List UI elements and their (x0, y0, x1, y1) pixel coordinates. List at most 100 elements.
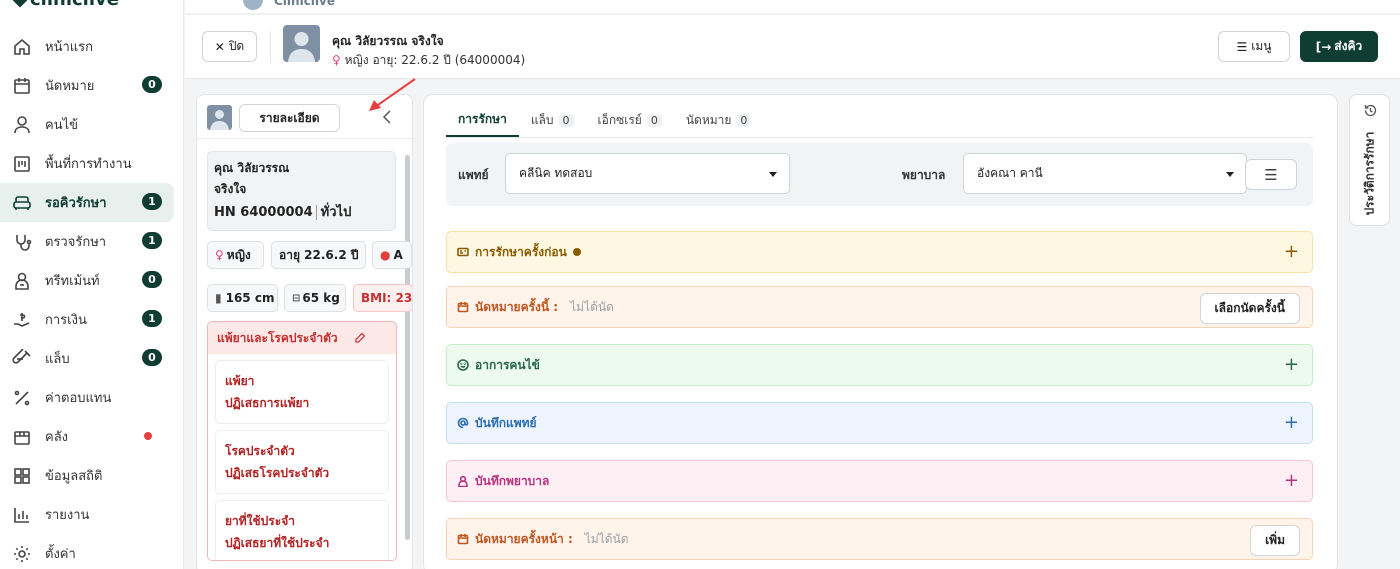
plus-icon[interactable]: + (1284, 242, 1299, 262)
section-title: นัดหมายครั้งนี้ : (475, 299, 559, 314)
hn-row: HN 64000004 ทั่วไป (214, 202, 389, 223)
tab-count: 0 (558, 113, 574, 127)
tab-divider (446, 137, 1313, 138)
current-appointment-section: นัดหมายครั้งนี้ : ไม่ได้นัด เลือกนัดครั้… (446, 286, 1313, 328)
status-dot (572, 248, 581, 256)
ruler-icon: ▮ (215, 291, 222, 305)
package-icon (12, 427, 32, 447)
plus-icon[interactable]: + (1284, 471, 1299, 491)
plus-icon[interactable]: + (1284, 413, 1299, 433)
doctor-icon (12, 271, 32, 291)
sidebar-item-label: แล็บ (45, 352, 70, 367)
close-label: ปิด (228, 39, 245, 53)
allergy-item-title: ยาที่ใช้ประจำ (225, 514, 295, 528)
sidebar-item-reports[interactable]: รายงาน (0, 495, 174, 534)
nurse-select[interactable]: อังคณา คานี (963, 153, 1247, 194)
patient-meta: ♀ หญิง อายุ: 22.6.2 ปี (64000004) (332, 51, 525, 70)
patient-summary-card: คุณ วิลัยวรรณ จริงใจ HN 64000004 ทั่วไป (207, 151, 396, 231)
panel-scrollbar[interactable] (405, 155, 410, 540)
allergy-item-value: ปฏิเสธยาที่ใช้ประจำ (225, 536, 330, 550)
gender-chip: ♀ หญิง (207, 241, 264, 269)
tab-label: นัดหมาย (685, 112, 732, 127)
sidebar-nav: หน้าแรก นัดหมาย 0 คนไข้ พื้นที่การทำงาน … (0, 27, 184, 569)
tab-label: การรักษา (458, 111, 507, 126)
sidebar-item-workspace[interactable]: พื้นที่การทำงาน (0, 144, 174, 183)
sidebar-item-compensation[interactable]: ค่าตอบแทน (0, 378, 174, 417)
stethoscope-icon (12, 232, 32, 252)
select-appointment-button[interactable]: เลือกนัดครั้งนี้ (1199, 293, 1300, 324)
detail-button[interactable]: รายละเอียด (239, 104, 340, 132)
sidebar-item-home[interactable]: หน้าแรก (0, 27, 174, 66)
section-title: อาการคนไข้ (475, 357, 540, 372)
scale-icon: ⊟ (292, 292, 301, 304)
doctor-select[interactable]: คลีนิค ทดสอบ (505, 153, 790, 194)
close-button[interactable]: ✕ ปิด (202, 31, 257, 62)
nurse-note-section[interactable]: บันทึกพยาบาล + (446, 460, 1313, 502)
sidebar-item-inventory[interactable]: คลัง (0, 417, 174, 456)
tab-xray[interactable]: เอ็กซเรย์ 0 (586, 103, 674, 137)
patient-age: อายุ: 22.6.2 ปี (372, 53, 451, 67)
menu-button[interactable]: ☰ เมนู (1218, 31, 1290, 62)
edit-icon[interactable] (354, 332, 366, 344)
smile-icon (457, 359, 469, 371)
height-chip: ▮ 165 cm (207, 284, 278, 312)
blood-drop-icon: ● (380, 248, 391, 262)
sidebar-item-appointments[interactable]: นัดหมาย 0 (0, 66, 174, 105)
home-icon (12, 37, 32, 57)
allergy-item-title: โรคประจำตัว (225, 444, 295, 458)
tab-treatment[interactable]: การรักษา (446, 103, 519, 137)
notification-dot (144, 432, 152, 440)
allergy-header: แพ้ยาและโรคประจำตัว (208, 322, 396, 354)
id-card-icon (457, 246, 469, 258)
bar-chart-icon (12, 505, 32, 525)
section-title: บันทึกแพทย์ (475, 415, 537, 430)
sidebar-item-patients[interactable]: คนไข้ (0, 105, 174, 144)
history-icon (1364, 104, 1377, 117)
logo-icon (11, 0, 29, 8)
clinic-avatar[interactable] (243, 0, 263, 10)
tab-count: 0 (736, 113, 752, 127)
height-label: 165 cm (225, 291, 275, 305)
exit-arrow-icon: [→ (1315, 39, 1332, 54)
history-tab-label: ประวัติการรักษา (1362, 131, 1377, 215)
percent-icon (12, 388, 32, 408)
staff-filter-bar: แพทย์ คลีนิค ทดสอบ พยาบาล อังคณา คานี ☰ (446, 143, 1313, 206)
workspace-icon (12, 154, 32, 174)
count-badge: 0 (142, 271, 162, 288)
plus-icon[interactable]: + (1284, 355, 1299, 375)
allergy-item-regular-med: ยาที่ใช้ประจำ ปฏิเสธยาที่ใช้ประจำ (215, 500, 389, 560)
send-queue-button[interactable]: [→ ส่งคิว (1300, 31, 1378, 62)
tab-count: 0 (646, 113, 662, 127)
sidebar-item-waiting-queue[interactable]: รอคิวรักษา 1 (0, 183, 174, 222)
sidebar-item-settings[interactable]: ตั้งค่า (0, 534, 174, 569)
allergy-item-title: แพ้ยา (225, 374, 255, 388)
blood-type-label: A (393, 248, 403, 262)
sidebar-item-lab[interactable]: แล็บ 0 (0, 339, 174, 378)
app-logo[interactable]: cliniclive (11, 0, 119, 10)
add-appointment-button[interactable]: เพิ่ม (1250, 525, 1300, 556)
count-badge: 0 (142, 349, 162, 366)
doctor-select-value: คลีนิค ทดสอบ (519, 166, 593, 180)
sidebar-item-examination[interactable]: ตรวจรักษา 1 (0, 222, 174, 261)
sidebar-item-finance[interactable]: การเงิน 1 (0, 300, 174, 339)
sidebar-item-label: คนไข้ (45, 118, 79, 133)
tab-appointments[interactable]: นัดหมาย 0 (674, 103, 764, 137)
count-badge: 1 (142, 310, 162, 327)
sidebar-item-label: ข้อมูลสถิติ (45, 469, 103, 484)
allergy-section: แพ้ยาและโรคประจำตัว แพ้ยา ปฏิเสธการแพ้ยา… (207, 321, 397, 561)
menu-label: เมนู (1251, 39, 1272, 53)
more-options-button[interactable]: ☰ (1245, 159, 1297, 190)
sidebar-item-statistics[interactable]: ข้อมูลสถิติ (0, 456, 174, 495)
treatment-history-tab[interactable]: ประวัติการรักษา (1349, 94, 1390, 226)
top-bar: Cliniclive (185, 0, 1400, 14)
previous-treatment-section[interactable]: การรักษาครั้งก่อน + (446, 231, 1313, 273)
symptoms-section[interactable]: อาการคนไข้ + (446, 344, 1313, 386)
sidebar-item-treatment[interactable]: ทรีทเม้นท์ 0 (0, 261, 174, 300)
nurse-icon (457, 475, 469, 488)
tab-lab[interactable]: แล็บ 0 (519, 103, 586, 137)
send-queue-label: ส่งคิว (1334, 39, 1363, 53)
patient-header: ✕ ปิด คุณ วิลัยวรรณ จริงใจ ♀ หญิง อายุ: … (185, 15, 1400, 79)
doctor-note-section[interactable]: บันทึกแพทย์ + (446, 402, 1313, 444)
patient-hn: (64000004) (454, 53, 526, 67)
calendar-icon (457, 301, 469, 313)
